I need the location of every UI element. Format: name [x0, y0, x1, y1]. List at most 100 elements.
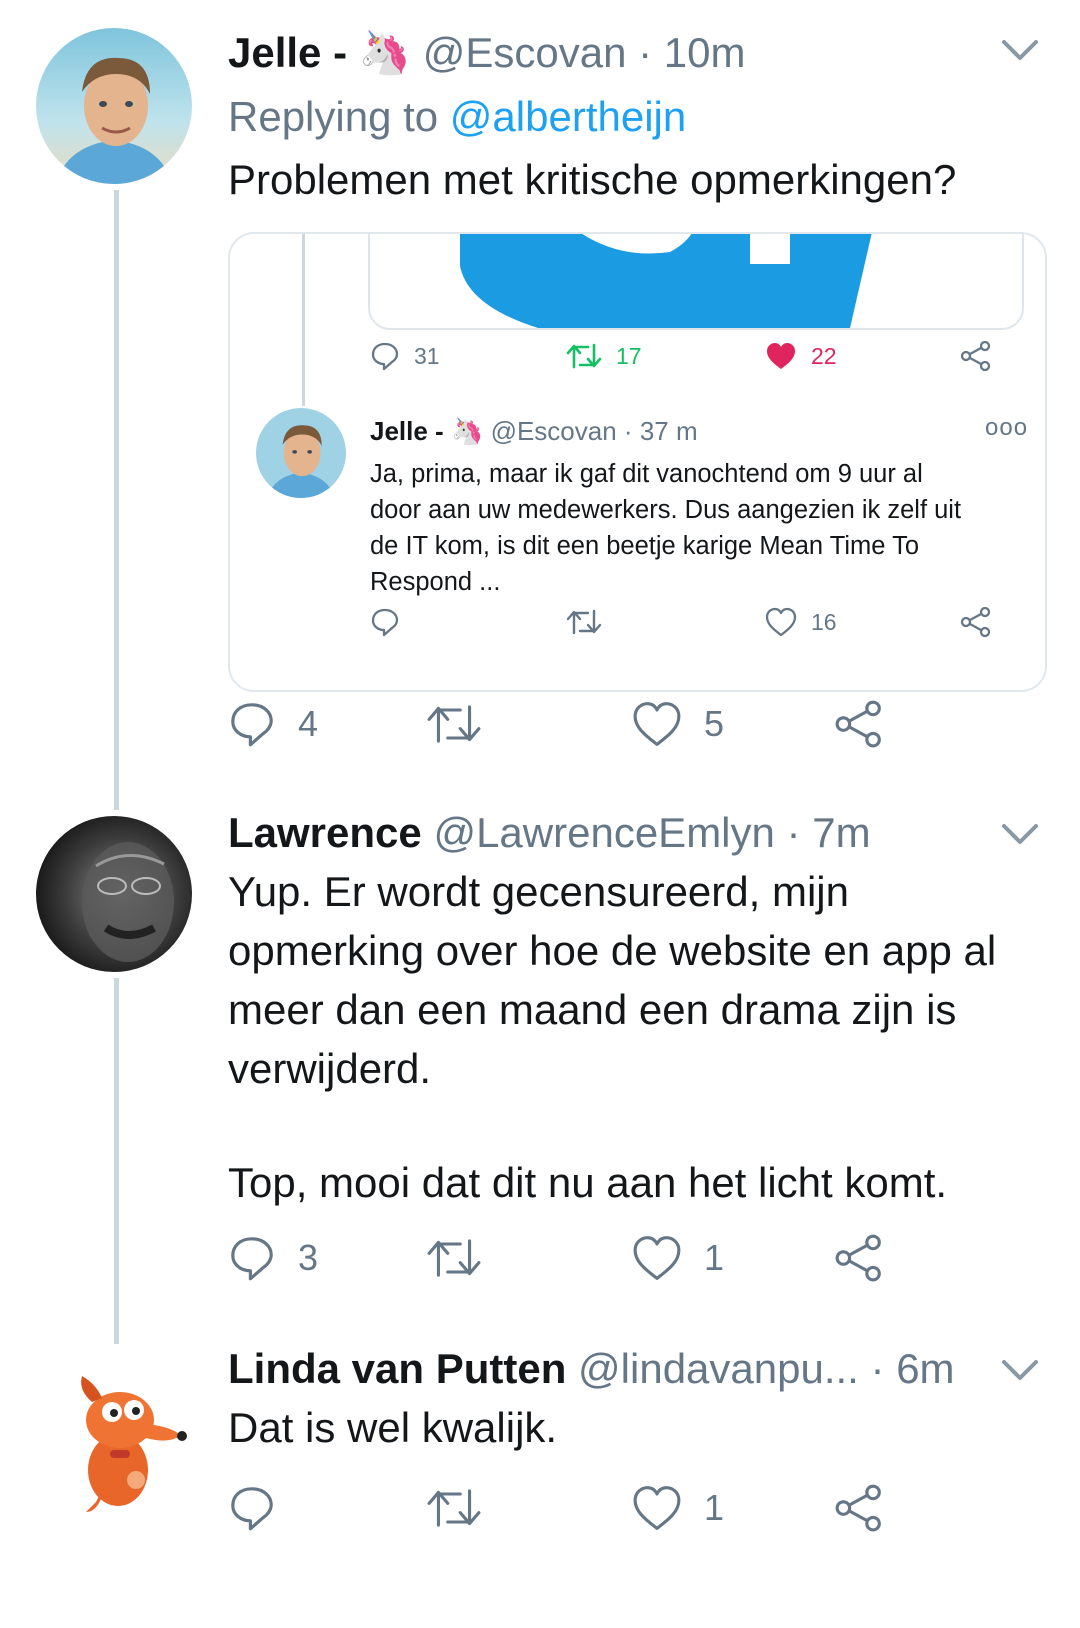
- reply-icon: [231, 1237, 273, 1281]
- tweet-text: Problemen met kritische opmerkingen?: [228, 156, 957, 203]
- unicorn-emoji: 🦄: [450, 416, 484, 446]
- quoted-timestamp[interactable]: 37 m: [640, 416, 698, 446]
- like-count: 1: [704, 1237, 725, 1278]
- like-count: 16: [811, 608, 837, 635]
- user-handle[interactable]: @LawrenceEmlyn: [433, 809, 774, 856]
- display-name[interactable]: Linda van Putten: [228, 1345, 566, 1392]
- tweet-text-line: verwijderd.: [228, 1045, 432, 1092]
- user-handle[interactable]: @lindavanpu...: [578, 1345, 859, 1392]
- like-count: 5: [704, 703, 725, 744]
- tweet-header: Jelle - 🦄 @Escovan · 10m: [228, 28, 746, 78]
- share-icon: [960, 606, 991, 638]
- like-button[interactable]: 1: [632, 1478, 724, 1538]
- quoted-text-line: Ja, prima, maar ik gaf dit vanochtend om…: [370, 460, 923, 488]
- quoted-image[interactable]: [368, 234, 1024, 330]
- separator-dot: ·: [623, 416, 633, 446]
- avatar-jelle[interactable]: [36, 28, 192, 184]
- quoted-avatar[interactable]: [256, 408, 346, 498]
- separator-dot: ·: [638, 29, 653, 76]
- share-button[interactable]: [834, 694, 884, 754]
- thread-line-1: [114, 190, 119, 810]
- like-button[interactable]: 1: [632, 1228, 724, 1288]
- quoted-card[interactable]: 31 17 22 Jelle - 🦄 @Escovan · 37 m ooo J…: [228, 232, 1047, 692]
- chevron-down-icon[interactable]: [1000, 30, 1040, 70]
- quoted-top-actions: 31 17 22: [370, 336, 1020, 376]
- display-name[interactable]: Lawrence: [228, 809, 422, 856]
- replying-to-prefix: Replying to: [228, 93, 450, 140]
- tweet-text-line: meer dan een maand een drama zijn is: [228, 986, 957, 1033]
- tweet-text-line: opmerking over hoe de website en app al: [228, 927, 997, 974]
- avatar-linda[interactable]: [36, 1362, 192, 1518]
- tweet-header: Lawrence @LawrenceEmlyn · 7m: [228, 808, 871, 858]
- like-icon: [767, 343, 795, 369]
- reply-count: 3: [298, 1237, 319, 1278]
- share-icon: [835, 1484, 881, 1532]
- retweet-button[interactable]: [426, 1228, 482, 1288]
- tweet-actions: 1: [228, 1478, 948, 1538]
- quoted-display-name[interactable]: Jelle -: [370, 416, 444, 446]
- replying-to: Replying to @albertheijn: [228, 92, 686, 142]
- tweet-text-line: Top, mooi dat dit nu aan het licht komt.: [228, 1159, 948, 1206]
- tweet-text: Yup. Er wordt gecensureerd, mijn opmerki…: [228, 862, 1058, 1212]
- display-name[interactable]: Jelle -: [228, 29, 347, 76]
- like-icon: [633, 1236, 681, 1280]
- reply-button[interactable]: 4: [228, 694, 318, 754]
- tweet-actions: 4 5: [228, 694, 948, 754]
- share-icon: [960, 340, 991, 372]
- tweet-actions: 3 1: [228, 1228, 948, 1288]
- retweet-icon: [566, 343, 602, 369]
- share-button[interactable]: [834, 1478, 884, 1538]
- reply-icon: [231, 1487, 273, 1531]
- reply-icon: [371, 342, 399, 371]
- user-handle[interactable]: @Escovan: [423, 29, 627, 76]
- quoted-bottom-actions: 16: [370, 602, 1020, 642]
- chevron-down-icon[interactable]: [1000, 1350, 1040, 1390]
- separator-dot: ·: [786, 809, 801, 856]
- thread-line-2: [114, 978, 119, 1344]
- retweet-button[interactable]: 17: [566, 336, 642, 376]
- quoted-header: Jelle - 🦄 @Escovan · 37 m: [370, 414, 698, 448]
- like-icon: [633, 702, 681, 746]
- retweet-button[interactable]: [426, 694, 482, 754]
- reply-button[interactable]: 3: [228, 1228, 318, 1288]
- quoted-text-line: Respond ...: [370, 568, 501, 596]
- share-button[interactable]: [960, 602, 992, 642]
- more-icon[interactable]: ooo: [985, 414, 1028, 442]
- like-icon: [633, 1486, 681, 1530]
- retweet-count: 17: [616, 342, 642, 369]
- quoted-text-line: door aan uw medewerkers. Dus aangezien i…: [370, 496, 962, 524]
- separator-dot: ·: [870, 1345, 885, 1392]
- reply-icon: [371, 608, 399, 637]
- share-icon: [835, 700, 881, 748]
- reply-button[interactable]: [228, 1478, 276, 1538]
- share-icon: [835, 1234, 881, 1282]
- card-thread-line: [302, 234, 305, 406]
- unicorn-emoji: 🦄: [358, 29, 412, 76]
- tweet-text: Dat is wel kwalijk.: [228, 1404, 558, 1451]
- quoted-text-line: de IT kom, is dit een beetje karige Mean…: [370, 532, 920, 560]
- reply-icon: [231, 703, 273, 747]
- retweet-icon: [427, 1489, 481, 1527]
- tweet-header: Linda van Putten @lindavanpu... · 6m: [228, 1344, 955, 1394]
- quoted-handle[interactable]: @Escovan: [491, 416, 617, 446]
- share-button[interactable]: [834, 1228, 884, 1288]
- tweet-text-line: Yup. Er wordt gecensureerd, mijn: [228, 868, 849, 915]
- reply-button[interactable]: [370, 602, 400, 642]
- retweet-button[interactable]: [566, 602, 602, 642]
- like-button[interactable]: 5: [632, 694, 724, 754]
- retweet-button[interactable]: [426, 1478, 482, 1538]
- chevron-down-icon[interactable]: [1000, 814, 1040, 854]
- replying-to-link[interactable]: @albertheijn: [450, 93, 686, 140]
- reply-count: 31: [414, 342, 440, 369]
- retweet-icon: [566, 609, 602, 635]
- like-button[interactable]: 22: [765, 336, 837, 376]
- avatar-lawrence[interactable]: [36, 816, 192, 972]
- quoted-text: Ja, prima, maar ik gaf dit vanochtend om…: [370, 456, 1020, 600]
- timestamp[interactable]: 6m: [896, 1345, 954, 1392]
- timestamp[interactable]: 10m: [664, 29, 746, 76]
- share-button[interactable]: [960, 336, 992, 376]
- retweet-icon: [427, 1239, 481, 1277]
- timestamp[interactable]: 7m: [812, 809, 870, 856]
- like-button[interactable]: 16: [765, 602, 837, 642]
- reply-button[interactable]: 31: [370, 336, 440, 376]
